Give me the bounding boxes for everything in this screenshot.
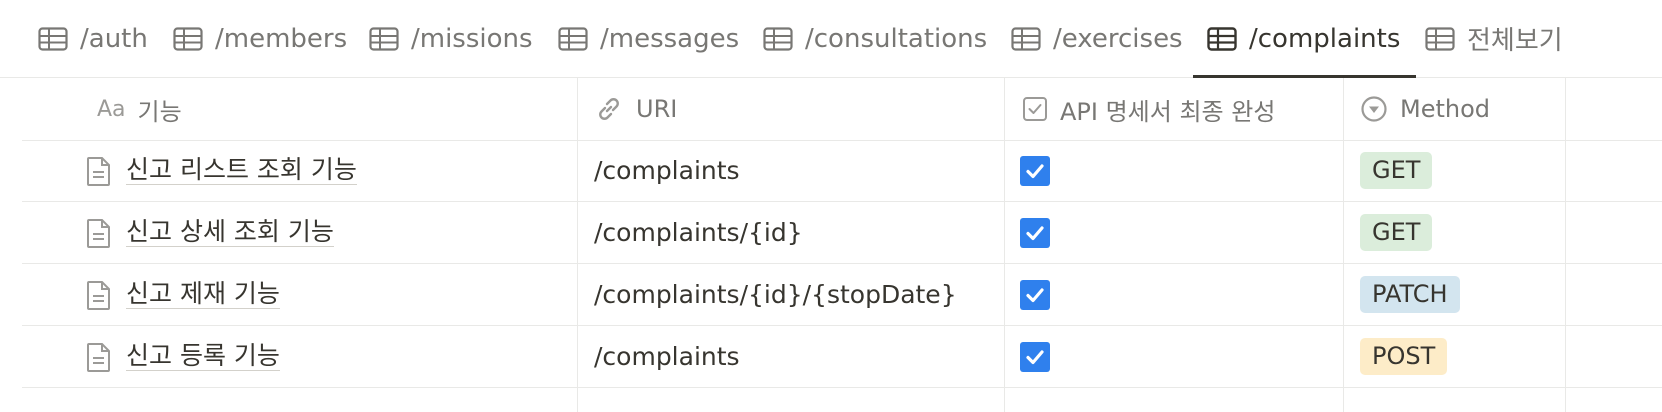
column-header-spec-done[interactable]: API 명세서 최종 완성 bbox=[1022, 78, 1275, 140]
column-header-uri[interactable]: URI bbox=[594, 78, 677, 140]
column-header-label: URI bbox=[636, 95, 678, 123]
text-property-icon: Aa bbox=[97, 96, 126, 122]
table-view-icon bbox=[763, 26, 793, 51]
database-view-tabs: /auth /members /missions /messages /cons… bbox=[0, 0, 1662, 78]
tab-label: 전체보기 bbox=[1467, 26, 1563, 56]
spec-done-checkbox[interactable] bbox=[1020, 155, 1050, 186]
row-uri: /complaints/{id} bbox=[594, 218, 803, 247]
tab-label: /messages bbox=[600, 23, 740, 54]
tab-label: /missions bbox=[411, 23, 533, 54]
page-icon bbox=[86, 279, 112, 311]
title-cell[interactable]: 신고 리스트 조회 기능 bbox=[86, 140, 357, 201]
row-uri: /complaints/{id}/{stopDate} bbox=[594, 280, 957, 309]
row-title[interactable]: 신고 상세 조회 기능 bbox=[126, 217, 334, 248]
title-cell[interactable]: 신고 제재 기능 bbox=[86, 264, 280, 325]
table-view-icon bbox=[1425, 26, 1455, 51]
tab-consultations[interactable]: /consultations bbox=[763, 0, 987, 77]
table-header: Aa 기능 URI API 명세서 최종 완성 Method bbox=[22, 78, 1662, 141]
row-uri: /complaints bbox=[594, 156, 740, 185]
tab-label: /complaints bbox=[1249, 23, 1401, 54]
tab-auth[interactable]: /auth bbox=[38, 0, 148, 77]
spec-done-checkbox[interactable] bbox=[1020, 341, 1050, 372]
title-cell[interactable]: 신고 등록 기능 bbox=[86, 326, 280, 387]
table-view-icon bbox=[369, 26, 399, 51]
row-title[interactable]: 신고 리스트 조회 기능 bbox=[126, 155, 357, 186]
table-row[interactable]: 신고 제재 기능 /complaints/{id}/{stopDate} PAT… bbox=[22, 264, 1662, 326]
tab-complaints[interactable]: /complaints bbox=[1193, 0, 1417, 78]
method-tag: GET bbox=[1360, 152, 1433, 189]
checkmark-icon bbox=[1026, 225, 1044, 240]
table-row[interactable]: 신고 등록 기능 /complaints POST bbox=[22, 326, 1662, 388]
column-header-title[interactable]: Aa 기능 bbox=[97, 78, 182, 140]
tab-members[interactable]: /members bbox=[173, 0, 347, 77]
table-view-icon bbox=[1207, 26, 1237, 51]
link-icon bbox=[594, 94, 624, 124]
table-view-icon bbox=[558, 26, 588, 51]
spec-done-cell[interactable] bbox=[1020, 202, 1050, 263]
page-icon bbox=[86, 155, 112, 187]
row-title[interactable]: 신고 등록 기능 bbox=[126, 341, 280, 372]
page-icon bbox=[86, 217, 112, 249]
spec-done-cell[interactable] bbox=[1020, 264, 1050, 325]
checkmark-icon bbox=[1026, 163, 1044, 178]
tab-view-all[interactable]: 전체보기 bbox=[1425, 0, 1563, 77]
checkbox-property-icon bbox=[1022, 96, 1048, 122]
tab-exercises[interactable]: /exercises bbox=[1011, 0, 1183, 77]
tab-label: /consultations bbox=[805, 23, 988, 54]
column-header-method[interactable]: Method bbox=[1360, 78, 1490, 140]
spec-done-checkbox[interactable] bbox=[1020, 279, 1050, 310]
tab-label: /members bbox=[215, 23, 348, 54]
uri-cell[interactable]: /complaints bbox=[594, 326, 740, 387]
select-property-icon bbox=[1360, 95, 1388, 123]
method-tag: GET bbox=[1360, 214, 1433, 251]
tab-label: /exercises bbox=[1053, 23, 1183, 54]
checkmark-icon bbox=[1026, 349, 1044, 364]
method-cell[interactable]: GET bbox=[1360, 140, 1433, 201]
column-header-label: Method bbox=[1400, 95, 1491, 123]
spec-done-cell[interactable] bbox=[1020, 140, 1050, 201]
tab-messages[interactable]: /messages bbox=[558, 0, 739, 77]
table-row[interactable]: 신고 리스트 조회 기능 /complaints GET bbox=[22, 140, 1662, 202]
method-tag: PATCH bbox=[1360, 276, 1460, 313]
method-cell[interactable]: GET bbox=[1360, 202, 1433, 263]
spec-done-checkbox[interactable] bbox=[1020, 217, 1050, 248]
title-cell[interactable]: 신고 상세 조회 기능 bbox=[86, 202, 334, 263]
method-cell[interactable]: POST bbox=[1360, 326, 1448, 387]
spec-done-cell[interactable] bbox=[1020, 326, 1050, 387]
table-view-icon bbox=[38, 26, 68, 51]
table-view-icon bbox=[1011, 26, 1041, 51]
uri-cell[interactable]: /complaints/{id}/{stopDate} bbox=[594, 264, 957, 325]
table-row[interactable]: 신고 상세 조회 기능 /complaints/{id} GET bbox=[22, 202, 1662, 264]
column-header-label: API 명세서 최종 완성 bbox=[1060, 97, 1276, 126]
row-title[interactable]: 신고 제재 기능 bbox=[126, 279, 280, 310]
row-uri: /complaints bbox=[594, 342, 740, 371]
tab-label: /auth bbox=[80, 23, 148, 54]
uri-cell[interactable]: /complaints bbox=[594, 140, 740, 201]
method-tag: POST bbox=[1360, 338, 1448, 375]
tab-missions[interactable]: /missions bbox=[369, 0, 533, 77]
column-header-label: 기능 bbox=[137, 97, 182, 126]
method-cell[interactable]: PATCH bbox=[1360, 264, 1460, 325]
page-icon bbox=[86, 341, 112, 373]
checkmark-icon bbox=[1026, 287, 1044, 302]
uri-cell[interactable]: /complaints/{id} bbox=[594, 202, 803, 263]
table-view-icon bbox=[173, 26, 203, 51]
